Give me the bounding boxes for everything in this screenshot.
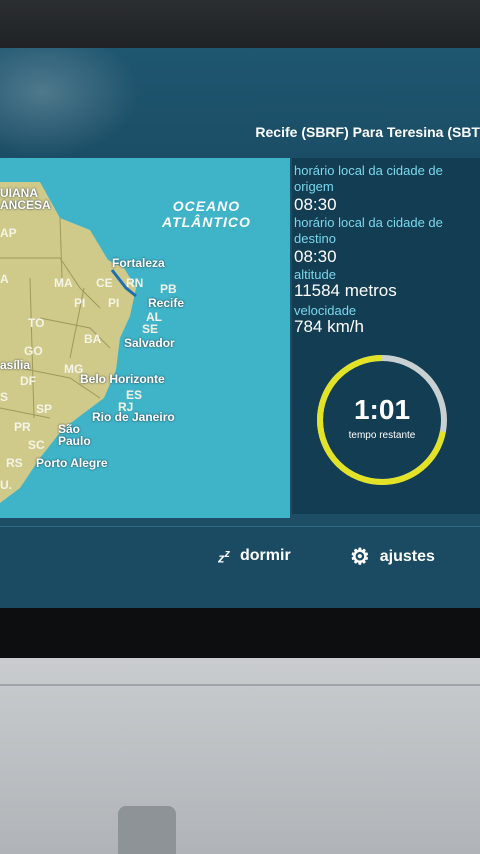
city-fortaleza: Fortaleza [112,256,165,270]
monitor-bezel-top [0,0,480,48]
origin-time-label-line2: origem [294,179,334,194]
seatback-seam [0,684,480,686]
state-pb: PB [160,282,177,296]
tray-table-latch[interactable] [118,806,176,854]
city-recife: Recife [148,296,185,310]
state-s: S [0,390,9,404]
altitude-label: altitude [294,267,336,282]
settings-button[interactable]: ⚙ ajustes [350,544,435,569]
state-ba: BA [84,332,102,346]
speed-value: 784 km/h [294,317,364,336]
city-salvador: Salvador [124,336,175,350]
time-remaining-value: 1:01 [353,394,411,425]
state-ap: AP [0,226,17,240]
state-sc: SC [28,438,45,452]
monitor-bezel-bottom [0,608,480,658]
state-ma: MA [54,276,73,290]
origin-time-value: 08:30 [294,195,337,214]
seatback [0,658,480,854]
state-a: A [0,272,9,286]
brazil-landmass [0,182,136,503]
ife-screen: Recife (SBRF) Para Teresina (SBT UIANA A… [0,48,480,608]
city-sao-paulo-line2: Paulo [58,434,91,448]
dest-time-value: 08:30 [294,247,337,266]
city-belo-horizonte: Belo Horizonte [80,372,165,386]
speed-label: velocidade [294,303,357,318]
gear-icon: ⚙ [350,544,370,569]
state-rn: RN [126,276,144,290]
dest-time-label-line1: horário local da cidade de [294,215,443,230]
city-brasilia: asília [0,358,31,372]
ocean-label-line2: ATLÂNTICO [162,214,251,230]
ocean-label: OCEANO ATLÂNTICO [162,198,251,230]
state-sp: SP [36,402,53,416]
sleep-button[interactable]: zz dormir [218,547,291,565]
time-remaining-label: tempo restante [348,430,416,441]
origin-time-label-line1: horário local da cidade de [294,163,443,178]
settings-label: ajustes [379,548,435,565]
flight-map[interactable]: UIANA ANCESA OCEANO ATLÂNTICO AP A MA CE… [0,158,290,518]
route-title: Recife (SBRF) Para Teresina (SBT [255,124,480,140]
state-ce: CE [96,276,113,290]
state-pe: PI [108,296,120,310]
dest-time-label-line2: destino [294,231,336,246]
state-pi: PI [74,296,86,310]
state-u: U. [0,478,12,492]
sleep-icon: zz [218,547,230,566]
state-pr: PR [14,420,31,434]
state-go: GO [24,344,43,358]
state-se: SE [142,322,159,336]
screen-glare [0,48,140,158]
bottom-menu-bar: zz dormir ⚙ ajustes [0,526,480,608]
city-porto-alegre: Porto Alegre [36,456,108,470]
state-rs: RS [6,456,23,470]
ocean-label-line1: OCEANO [172,198,241,214]
flight-info-panel: horário local da cidade de origem 08:30 … [292,158,480,514]
altitude-value: 11584 metros [294,281,397,300]
city-rio-de-janeiro: Rio de Janeiro [92,410,175,424]
region-label-francesa: ANCESA [0,198,51,212]
sleep-label: dormir [240,547,291,564]
state-to: TO [28,316,45,330]
state-df: DF [20,374,36,388]
title-bar: Recife (SBRF) Para Teresina (SBT [0,48,480,158]
